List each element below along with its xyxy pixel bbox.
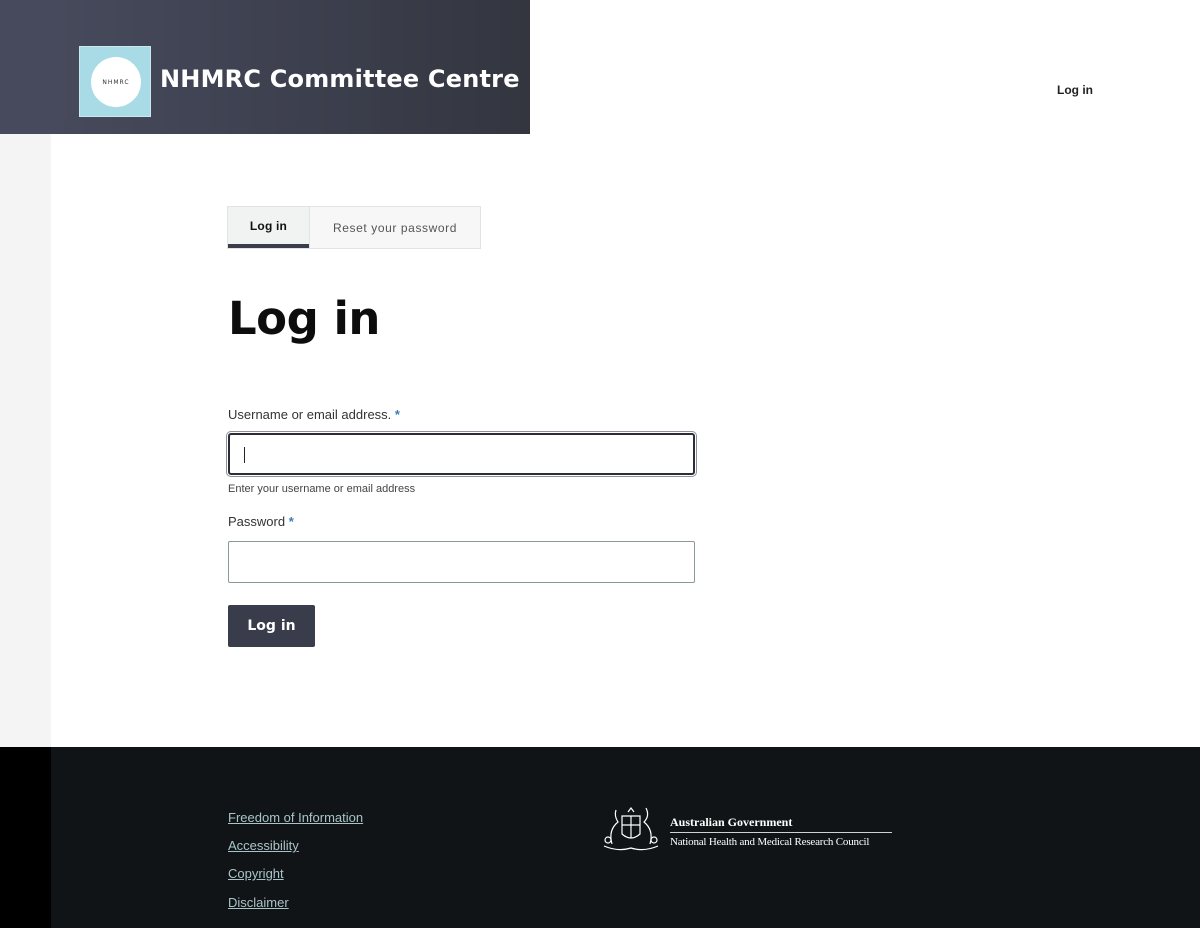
username-label-text: Username or email address. (228, 407, 392, 422)
footer-link-foi[interactable]: Freedom of Information (228, 810, 363, 825)
coat-of-arms-icon (603, 807, 659, 851)
logo-emblem: NHMRC (91, 57, 141, 107)
required-marker: * (288, 514, 294, 529)
password-label: Password * (228, 514, 294, 529)
username-label: Username or email address. * (228, 407, 400, 422)
site-name-link[interactable]: NHMRC Committee Centre (160, 65, 520, 93)
tab-log-in[interactable]: Log in (228, 207, 309, 248)
site-logo[interactable]: NHMRC (79, 46, 151, 117)
gov-name: Australian Government (670, 815, 793, 829)
header-login-link[interactable]: Log in (1057, 83, 1093, 97)
footer-link-accessibility[interactable]: Accessibility (228, 838, 299, 853)
login-submit-button[interactable]: Log in (228, 605, 315, 647)
password-input[interactable] (228, 541, 695, 583)
footer-gutter (0, 747, 51, 928)
text-caret (244, 447, 245, 463)
footer-link-disclaimer[interactable]: Disclaimer (228, 895, 289, 910)
password-label-text: Password (228, 514, 286, 529)
gov-divider (670, 832, 892, 833)
tab-reset-password[interactable]: Reset your password (309, 207, 480, 248)
left-gutter-header (0, 0, 51, 134)
username-input[interactable] (226, 431, 697, 477)
site-header: NHMRC NHMRC Committee Centre (51, 0, 530, 134)
required-marker: * (394, 407, 400, 422)
site-footer: Freedom of Information Accessibility Cop… (0, 747, 1200, 928)
government-logo: Australian Government National Health an… (598, 804, 898, 854)
username-hint: Enter your username or email address (228, 483, 416, 495)
page-title: Log in (228, 292, 380, 345)
footer-link-copyright[interactable]: Copyright (228, 866, 284, 881)
agency-name: National Health and Medical Research Cou… (670, 836, 870, 848)
account-tabs: Log in Reset your password (227, 206, 481, 249)
